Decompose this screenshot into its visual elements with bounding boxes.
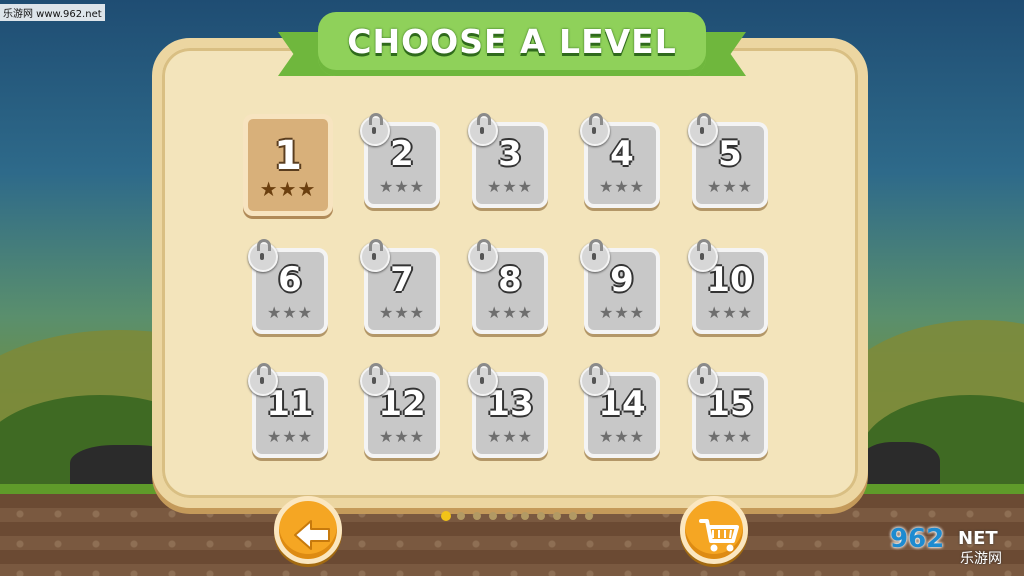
- watermark-bottom-right: 962 NET 乐游网: [890, 524, 1020, 574]
- padlock-icon: [360, 239, 390, 272]
- page-dot[interactable]: [521, 512, 529, 520]
- watermark-net: NET: [958, 528, 998, 549]
- padlock-icon: [248, 363, 278, 396]
- level-number: 1: [274, 133, 302, 179]
- level-tile-5[interactable]: 5 ★★★: [688, 113, 768, 208]
- level-tile-8[interactable]: 8 ★★★: [468, 239, 548, 334]
- background-rocks: [860, 442, 940, 490]
- level-tile-11[interactable]: 11 ★★★: [248, 363, 328, 458]
- page-dot[interactable]: [553, 512, 561, 520]
- star-rating: ★★★: [706, 427, 754, 446]
- level-tile-9[interactable]: 9 ★★★: [580, 239, 660, 334]
- level-tile-3[interactable]: 3 ★★★: [468, 113, 548, 208]
- star-rating: ★★★: [378, 177, 426, 196]
- padlock-icon: [688, 363, 718, 396]
- page-dot[interactable]: [537, 512, 545, 520]
- padlock-icon: [360, 113, 390, 146]
- star-rating: ★★★: [706, 303, 754, 322]
- watermark-logo: 962: [890, 524, 945, 554]
- star-rating: ★★★: [266, 303, 314, 322]
- title-ribbon: CHOOSE A LEVEL: [278, 6, 746, 88]
- star-rating: ★★★: [598, 303, 646, 322]
- page-dot[interactable]: [473, 512, 481, 520]
- padlock-icon: [580, 363, 610, 396]
- level-tile-15[interactable]: 15 ★★★: [688, 363, 768, 458]
- level-tile-13[interactable]: 13 ★★★: [468, 363, 548, 458]
- level-tile-14[interactable]: 14 ★★★: [580, 363, 660, 458]
- page-title: CHOOSE A LEVEL: [347, 22, 677, 61]
- level-tile-7[interactable]: 7 ★★★: [360, 239, 440, 334]
- star-rating: ★★★: [706, 177, 754, 196]
- star-rating: ★★★: [266, 427, 314, 446]
- padlock-icon: [360, 363, 390, 396]
- star-rating: ★★★: [378, 427, 426, 446]
- shopping-cart-icon: [699, 519, 739, 552]
- padlock-icon: [580, 239, 610, 272]
- arrow-left-icon: [294, 520, 330, 550]
- page-dot[interactable]: [585, 512, 593, 520]
- star-rating: ★★★: [486, 177, 534, 196]
- page-dot[interactable]: [569, 512, 577, 520]
- star-rating: ★★★: [598, 177, 646, 196]
- star-rating: ★★★: [378, 303, 426, 322]
- page-dot[interactable]: [441, 511, 451, 521]
- level-tile-12[interactable]: 12 ★★★: [360, 363, 440, 458]
- shop-button[interactable]: [680, 496, 748, 564]
- level-tile-1[interactable]: 1 ★★★: [243, 114, 333, 216]
- padlock-icon: [688, 239, 718, 272]
- padlock-icon: [468, 113, 498, 146]
- watermark-site-name: 乐游网: [960, 551, 1002, 567]
- padlock-icon: [468, 363, 498, 396]
- page-dot[interactable]: [457, 512, 465, 520]
- padlock-icon: [580, 113, 610, 146]
- padlock-icon: [248, 239, 278, 272]
- padlock-icon: [468, 239, 498, 272]
- back-button[interactable]: [274, 496, 342, 564]
- level-tile-2[interactable]: 2 ★★★: [360, 113, 440, 208]
- star-rating: ★★★: [486, 427, 534, 446]
- page-dot[interactable]: [489, 512, 497, 520]
- watermark-top-left: 乐游网 www.962.net: [0, 4, 105, 21]
- level-tile-10[interactable]: 10 ★★★: [688, 239, 768, 334]
- star-rating: ★★★: [598, 427, 646, 446]
- level-tile-4[interactable]: 4 ★★★: [580, 113, 660, 208]
- padlock-icon: [688, 113, 718, 146]
- star-rating: ★★★: [259, 177, 317, 201]
- star-rating: ★★★: [486, 303, 534, 322]
- page-dot[interactable]: [505, 512, 513, 520]
- level-tile-6[interactable]: 6 ★★★: [248, 239, 328, 334]
